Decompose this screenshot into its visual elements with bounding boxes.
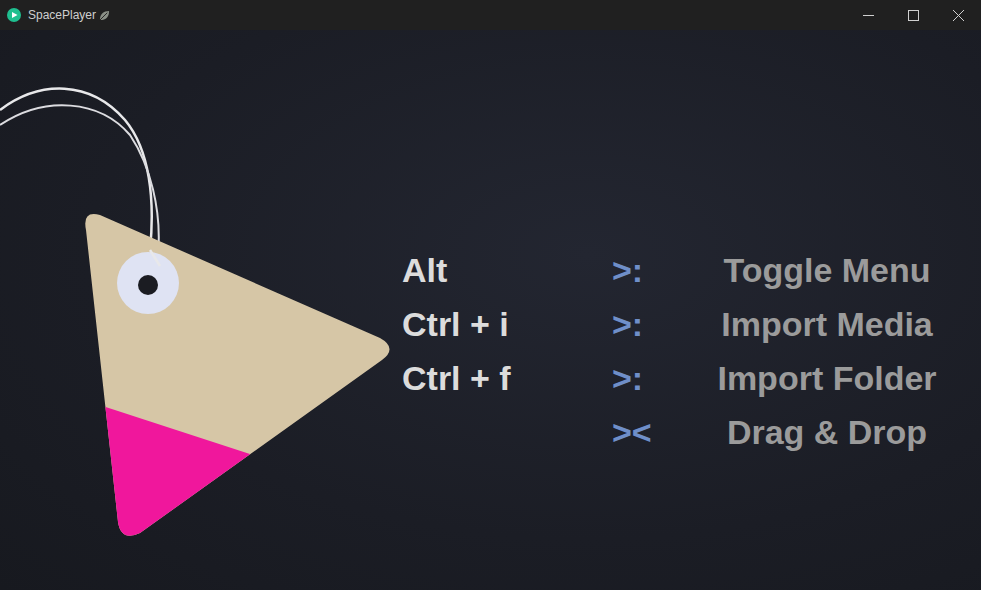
shortcut-separator: >< bbox=[607, 405, 692, 459]
close-button[interactable] bbox=[936, 0, 981, 30]
shortcut-keys: Ctrl + i bbox=[402, 297, 607, 351]
maximize-icon bbox=[908, 10, 919, 21]
shortcut-keys: Ctrl + f bbox=[402, 351, 607, 405]
shortcut-keys: Alt bbox=[402, 243, 607, 297]
app-logo-icon bbox=[7, 8, 21, 22]
shortcut-action: Drag & Drop bbox=[692, 405, 962, 459]
maximize-button[interactable] bbox=[891, 0, 936, 30]
shortcut-list: Alt>:Toggle Menu Ctrl + i>:Import Media Ct… bbox=[0, 30, 981, 459]
minimize-icon bbox=[863, 10, 874, 21]
player-area[interactable]: Alt>:Toggle Menu Ctrl + i>:Import Media Ct… bbox=[0, 30, 981, 590]
minimize-button[interactable] bbox=[846, 0, 891, 30]
shortcut-action: Toggle Menu bbox=[692, 243, 962, 297]
leaf-icon bbox=[99, 10, 110, 21]
shortcut-separator: >: bbox=[607, 351, 692, 405]
close-icon bbox=[953, 10, 964, 21]
shortcut-separator: >: bbox=[607, 297, 692, 351]
window-title: SpacePlayer bbox=[28, 6, 96, 24]
shortcut-separator: >: bbox=[607, 243, 692, 297]
title-bar[interactable]: SpacePlayer bbox=[0, 0, 981, 30]
shortcut-keys bbox=[402, 405, 607, 459]
shortcut-action: Import Folder bbox=[692, 351, 962, 405]
shortcut-action: Import Media bbox=[692, 297, 962, 351]
